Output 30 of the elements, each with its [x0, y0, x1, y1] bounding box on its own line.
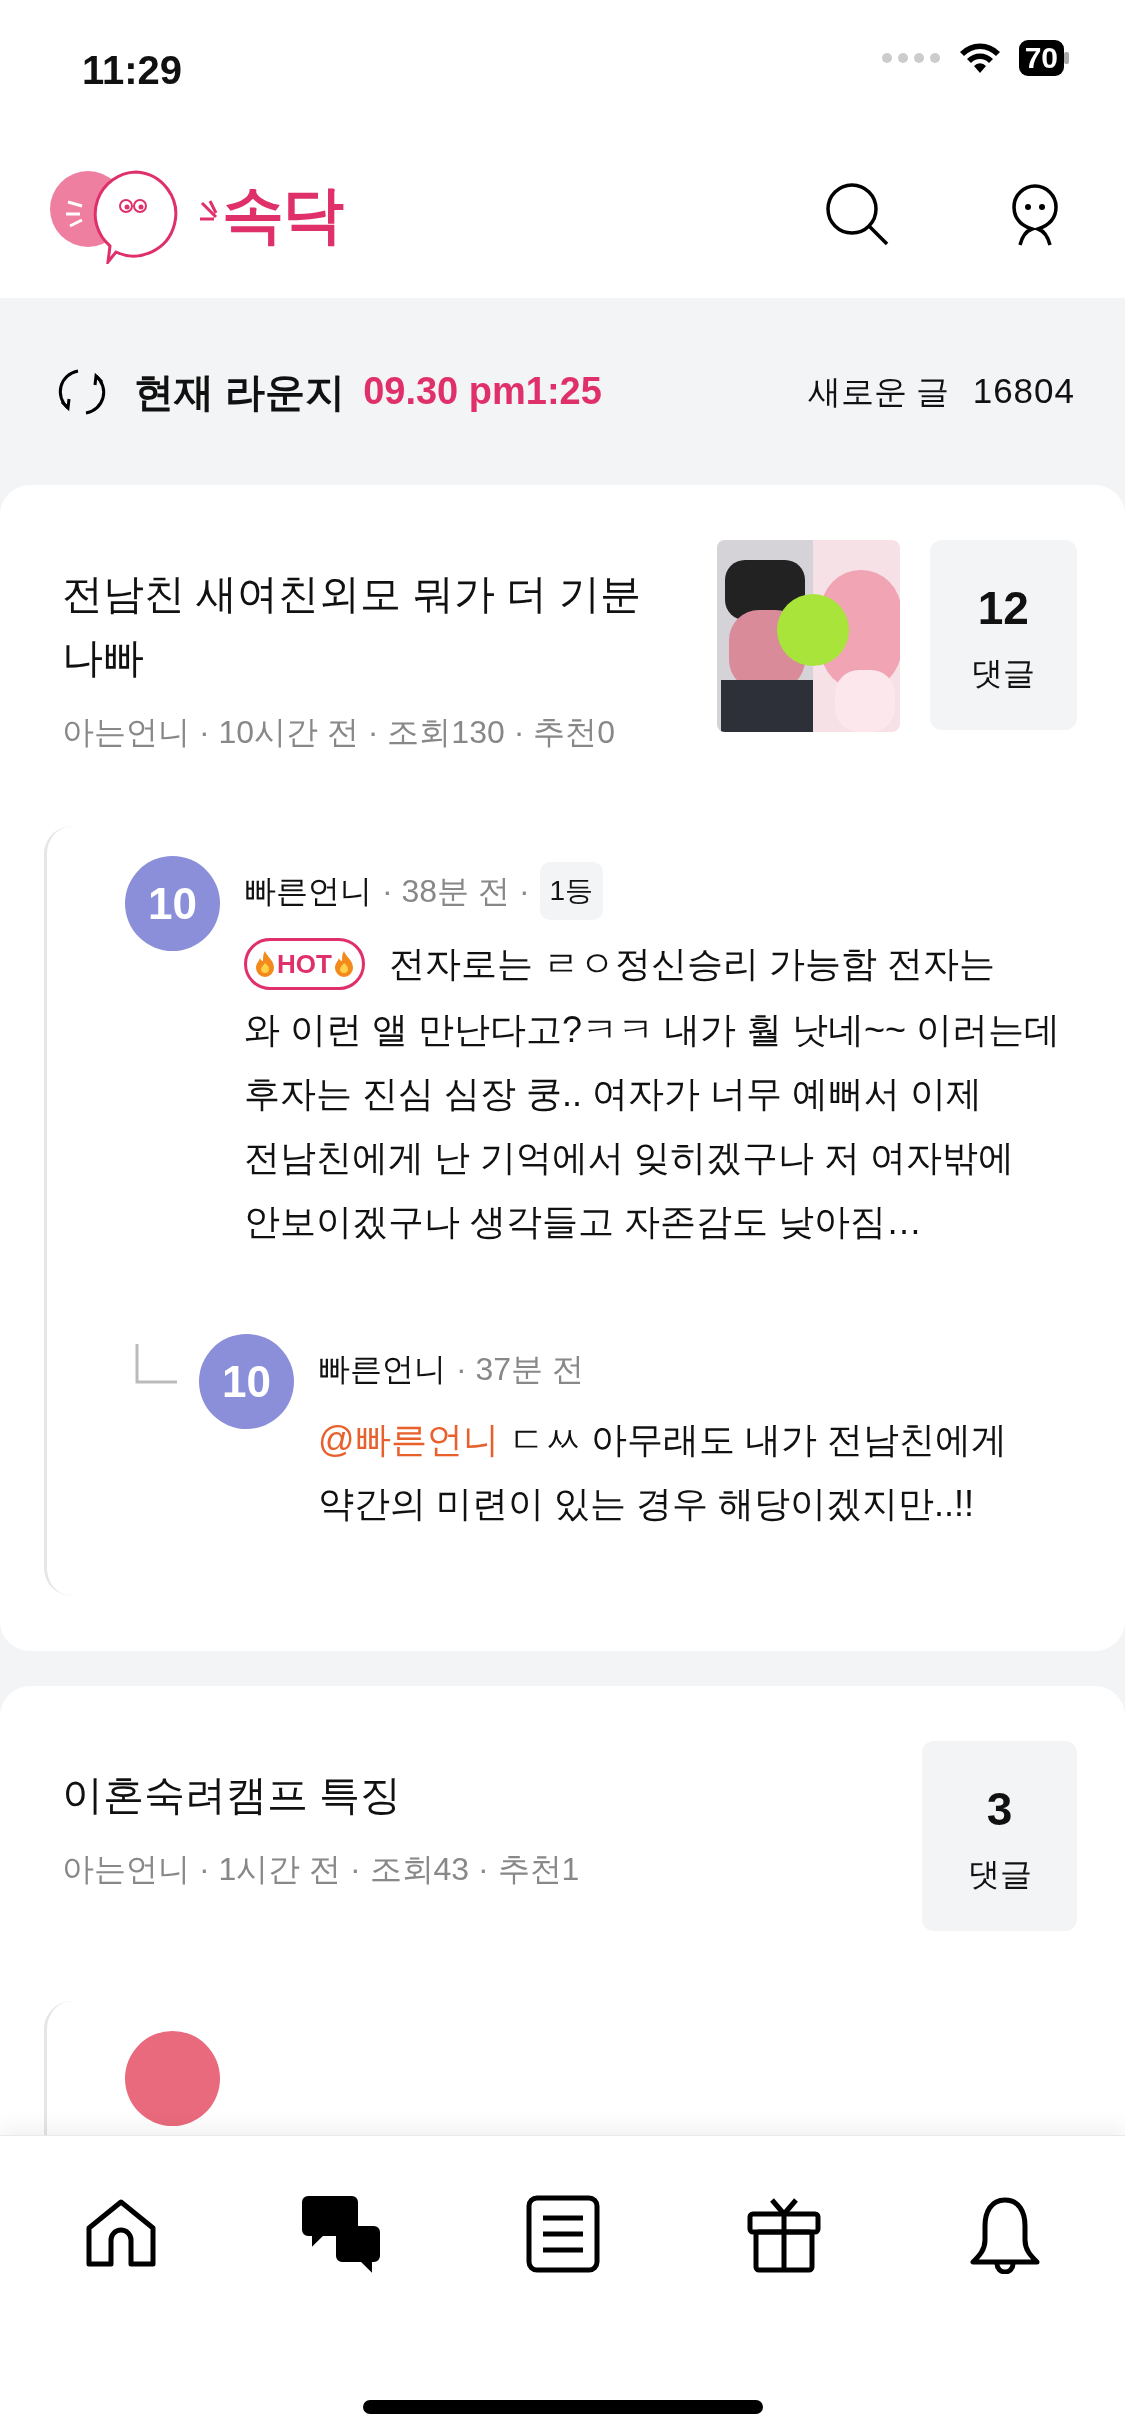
post-card[interactable]: 이혼숙려캠프 특징 아는언니 · 1시간 전 · 조회43 · 추천1 3 댓글 — [0, 1686, 1125, 2135]
comment-time: · 38분 전 · — [382, 872, 530, 911]
comment-count-box[interactable]: 3 댓글 — [922, 1741, 1077, 1931]
signal-icon — [880, 50, 941, 66]
comment-text: 전자로는 ㄹㅇ정신승리 가능함 전자는 — [388, 942, 995, 986]
post-title: 이혼숙려캠프 특징 — [62, 1771, 403, 1820]
lounge-timestamp: 09.30 pm1:25 — [363, 369, 602, 414]
lounge-title: 현재 라운지 — [134, 368, 346, 416]
avatar-badge: 10 — [125, 856, 220, 951]
avatar-badge: 10 — [199, 1334, 294, 1429]
status-time: 11:29 — [82, 47, 183, 94]
post-meta: 아는언니 · 1시간 전 · 조회43 · 추천1 — [62, 1850, 581, 1889]
hot-badge: HOT — [244, 938, 365, 990]
comment-author: 빠른언니 — [244, 872, 372, 911]
comment-text: 와 이런 앨 만난다고?ㅋㅋ 내가 훨 낫네~~ 이러는데 후자는 진심 심장 쿵.. 여자가 너무 예뻐서 이제 전남친에게 난 기억에서 잊히겠구나 저 여자밖에 안보이겠구나 생각들고 자존감도 낮아짐… — [244, 1008, 1062, 1244]
comment-text: @빠른언니 ㄷㅆ 아무래도 내가 전남친에게 약간의 미련이 있는 경우 해당이겠지만..!! — [318, 1418, 1008, 1526]
battery-level: 70 — [1018, 40, 1064, 76]
new-posts-label: 새로운 글 — [807, 371, 949, 412]
logo-text: 속닥 — [222, 178, 342, 251]
flame-icon — [253, 949, 277, 979]
post-title: 전남친 새여친외모 뭐가 더 기분 나빠 — [62, 570, 642, 683]
comment-author: 빠른언니 — [318, 1350, 446, 1389]
chat-bubbles-icon — [301, 2194, 382, 2274]
rank-badge: 1등 — [539, 862, 604, 920]
new-posts-count: 16804 — [972, 370, 1075, 413]
battery-tip-icon — [1064, 52, 1069, 64]
comment-time: · 37분 전 — [456, 1350, 585, 1389]
comment-count-box[interactable]: 12 댓글 — [929, 540, 1077, 730]
post-meta: 아는언니 · 10시간 전 · 조회130 · 추천0 — [62, 713, 616, 752]
post-card[interactable] — [0, 485, 1125, 1651]
